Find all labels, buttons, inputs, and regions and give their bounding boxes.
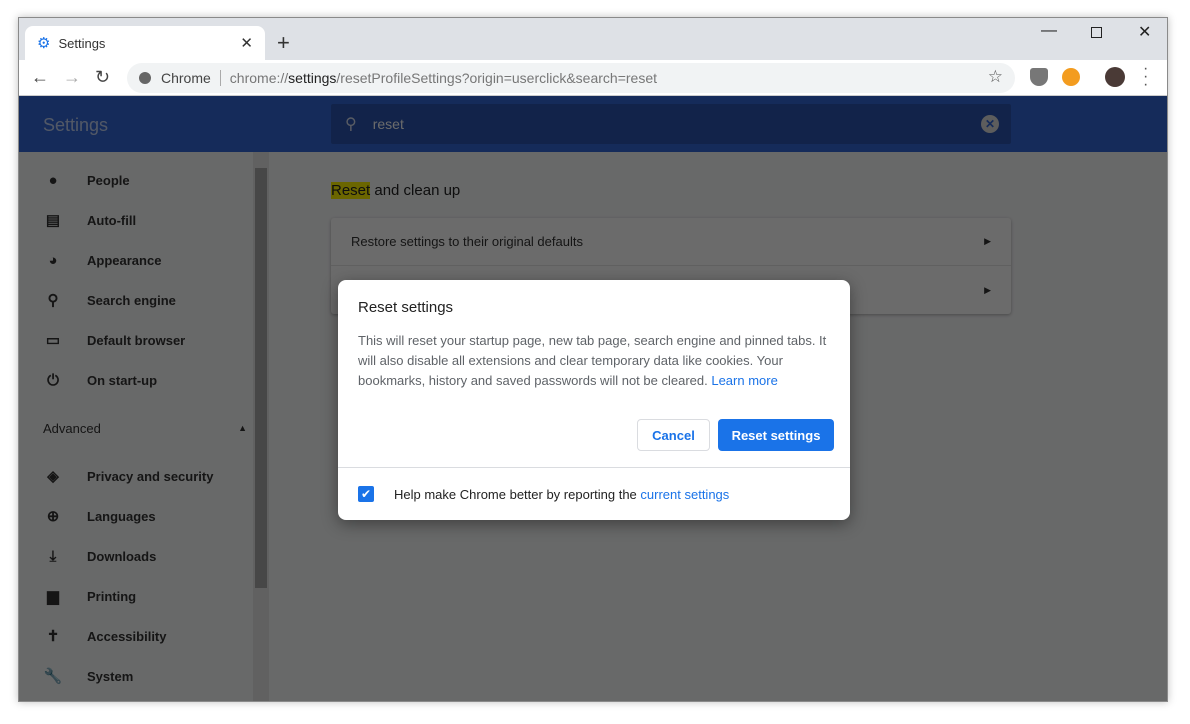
sidebar-item-printing[interactable]: ▆ Printing	[19, 576, 269, 616]
dialog-footer: ✔ Help make Chrome better by reporting t…	[338, 467, 850, 520]
tab-strip: ⚙ Settings ✕ + — ✕	[19, 18, 1167, 60]
sidebar-item-downloads[interactable]: ⤓ Downloads	[19, 536, 269, 576]
forward-button[interactable]: →	[63, 67, 81, 88]
sidebar-item-label: On start-up	[87, 372, 158, 388]
accessibility-icon: ✝	[46, 628, 60, 645]
sidebar-item-system[interactable]: 🔧 System	[19, 656, 269, 696]
sidebar-item-label: Appearance	[87, 252, 162, 268]
person-icon: ●	[48, 171, 58, 189]
arrow-right-icon: ▶	[984, 284, 991, 295]
advanced-label: Advanced	[43, 420, 101, 436]
url-prefix: chrome://	[229, 70, 289, 86]
sidebar-item-label: Languages	[87, 508, 156, 524]
browser-window: ⚙ Settings ✕ + — ✕ ← → ↻ Chrome chrome:/…	[18, 17, 1168, 702]
sidebar-item-label: Downloads	[87, 548, 157, 564]
power-icon: ⏻	[47, 371, 59, 389]
download-icon: ⤓	[49, 547, 57, 565]
clear-search-icon[interactable]: ✕	[981, 115, 999, 133]
globe-icon: ⊕	[46, 508, 60, 525]
section-heading: Reset and clean up	[331, 182, 460, 200]
sidebar-item-auto-fill[interactable]: ▤ Auto-fill	[19, 200, 269, 240]
section-title: and clean up	[370, 182, 461, 199]
sidebar-item-label: Default browser	[87, 332, 186, 348]
search-input[interactable]: ⚲ reset ✕	[331, 104, 1011, 144]
palette-icon: ◕	[48, 251, 58, 269]
sidebar-item-people[interactable]: ● People	[19, 160, 269, 200]
url-path: /resetProfileSettings?origin=userclick&s…	[336, 70, 658, 86]
tab-title: Settings	[58, 35, 106, 51]
minimize-button[interactable]: —	[1041, 22, 1057, 40]
settings-header: Settings ⚲ reset ✕	[19, 96, 1167, 152]
back-button[interactable]: ←	[31, 67, 49, 88]
sidebar-item-label: System	[87, 668, 134, 684]
cancel-button[interactable]: Cancel	[637, 419, 710, 451]
avatar[interactable]	[1105, 67, 1125, 87]
sidebar-advanced-toggle[interactable]: Advanced ▲	[19, 400, 269, 456]
sidebar-item-on-start-up[interactable]: ⏻ On start-up	[19, 360, 269, 400]
clipboard-icon: ▤	[45, 212, 61, 229]
hola-extension-icon[interactable]	[1062, 68, 1080, 86]
sidebar-item-label: Privacy and security	[87, 468, 214, 484]
reload-button[interactable]: ↻	[95, 67, 110, 88]
url-host: settings	[288, 70, 337, 86]
dialog-title: Reset settings	[358, 299, 454, 316]
sidebar-item-accessibility[interactable]: ✝ Accessibility	[19, 616, 269, 656]
footer-text: Help make Chrome better by reporting the	[394, 486, 641, 502]
chevron-up-icon: ▲	[238, 423, 247, 433]
close-window-button[interactable]: ✕	[1138, 22, 1151, 42]
scrollbar-thumb[interactable]	[255, 168, 267, 588]
restore-defaults-row[interactable]: Restore settings to their original defau…	[331, 218, 1011, 266]
sidebar-scrollbar[interactable]	[253, 152, 269, 701]
sidebar-item-label: Accessibility	[87, 628, 167, 644]
current-settings-link[interactable]: current settings	[640, 487, 729, 502]
menu-icon[interactable]: · · ·	[1143, 61, 1149, 93]
close-tab-icon[interactable]: ✕	[240, 34, 253, 52]
chrome-icon	[139, 72, 151, 84]
maximize-button[interactable]	[1091, 27, 1102, 38]
dialog-body: This will reset your startup page, new t…	[358, 331, 834, 391]
reset-settings-dialog: Reset settings This will reset your star…	[338, 280, 850, 520]
sidebar-item-appearance[interactable]: ◕ Appearance	[19, 240, 269, 280]
learn-more-link[interactable]: Learn more	[711, 373, 777, 388]
arrow-right-icon: ▶	[984, 236, 991, 246]
sidebar: ● People ▤ Auto-fill ◕ Appearance ⚲ Search engi…	[19, 152, 269, 701]
sidebar-item-label: Printing	[87, 588, 137, 604]
sidebar-item-default-browser[interactable]: ▭ Default browser	[19, 320, 269, 360]
sidebar-item-label: Auto-fill	[87, 212, 137, 228]
site-label: Chrome	[161, 70, 211, 86]
search-icon: ⚲	[345, 116, 357, 133]
address-bar[interactable]: Chrome chrome://settings/resetProfileSet…	[127, 63, 1015, 93]
shield-icon: ◈	[47, 468, 59, 485]
ublock-extension-icon[interactable]	[1030, 68, 1048, 86]
gear-icon: ⚙	[37, 35, 51, 52]
sidebar-item-search-engine[interactable]: ⚲ Search engine	[19, 280, 269, 320]
wrench-icon: 🔧	[43, 668, 63, 685]
browser-icon: ▭	[45, 332, 61, 349]
search-value: reset	[372, 116, 404, 132]
sidebar-item-languages[interactable]: ⊕ Languages	[19, 496, 269, 536]
page-title: Settings	[43, 115, 109, 135]
sidebar-item-label: Search engine	[87, 292, 176, 308]
printer-icon: ▆	[47, 588, 59, 605]
bookmark-star-icon[interactable]: ☆	[988, 67, 1003, 87]
reset-settings-button[interactable]: Reset settings	[718, 419, 834, 451]
new-tab-button[interactable]: +	[277, 30, 290, 56]
report-checkbox[interactable]: ✔	[358, 486, 374, 502]
search-highlight: Reset	[331, 182, 371, 199]
row-label: Restore settings to their original defau…	[351, 234, 583, 249]
sidebar-item-privacy-and-security[interactable]: ◈ Privacy and security	[19, 456, 269, 496]
tab-settings[interactable]: ⚙ Settings ✕	[25, 26, 265, 60]
toolbar: ← → ↻ Chrome chrome://settings/resetProf…	[19, 60, 1167, 96]
search-icon: ⚲	[47, 292, 59, 309]
sidebar-item-label: People	[87, 172, 130, 188]
divider	[219, 70, 221, 86]
